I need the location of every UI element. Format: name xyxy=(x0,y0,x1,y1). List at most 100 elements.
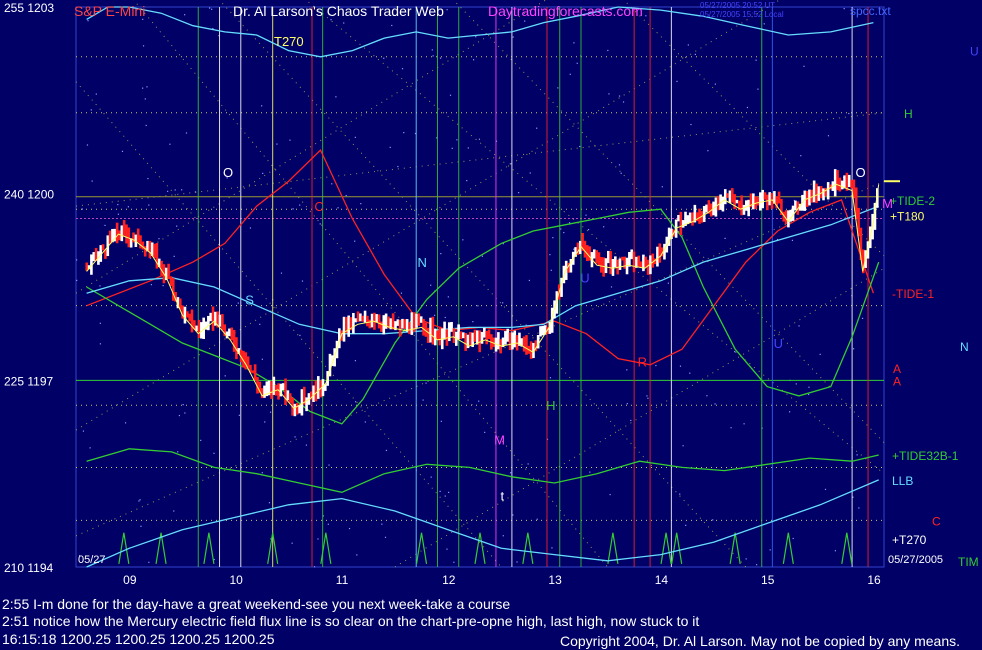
y-tick-label: 210 1194 xyxy=(4,561,53,575)
price-bar xyxy=(312,385,315,402)
star-dot xyxy=(89,447,91,449)
star-dot xyxy=(446,9,448,11)
star-dot xyxy=(249,227,252,229)
star-dot xyxy=(446,548,448,550)
header-site[interactable]: Daytradingforecasts.com xyxy=(488,3,643,19)
price-bar xyxy=(207,315,210,331)
star-dot xyxy=(587,228,590,231)
status-line-3: 16:15:18 1200.25 1200.25 1200.25 1200.25 xyxy=(2,631,275,647)
star-dot xyxy=(439,57,442,59)
price-bar xyxy=(211,306,215,331)
price-bar xyxy=(136,228,140,243)
star-dot xyxy=(848,112,850,115)
star-dot xyxy=(291,542,293,544)
status-line-1: 2:55 I-m done for the day-have a great w… xyxy=(2,596,511,612)
price-bar xyxy=(429,317,432,343)
price-bar xyxy=(607,250,610,264)
star-dot xyxy=(400,292,403,294)
price-bar xyxy=(438,326,442,346)
star-dot xyxy=(289,139,291,141)
price-bar xyxy=(691,212,694,226)
price-bar xyxy=(592,249,596,259)
star-dot xyxy=(317,538,319,540)
price-bar xyxy=(768,192,772,206)
price-bar xyxy=(833,169,837,197)
star-dot xyxy=(707,150,709,152)
star-dot xyxy=(184,412,186,414)
star-dot xyxy=(549,254,551,256)
price-bar xyxy=(368,319,372,329)
star-dot xyxy=(208,7,211,9)
price-bar xyxy=(431,316,435,345)
price-bar xyxy=(422,318,425,336)
star-dot xyxy=(261,472,263,474)
star-dot xyxy=(162,284,164,287)
price-bar xyxy=(646,259,650,275)
price-bar xyxy=(644,256,648,268)
price-bar xyxy=(218,314,222,327)
star-dot xyxy=(795,383,797,385)
star-dot xyxy=(467,147,469,149)
star-dot xyxy=(99,285,101,287)
status-line-2: 2:51 notice how the Mercury electric fie… xyxy=(2,613,700,629)
price-bar xyxy=(398,319,402,337)
right-edge-label: +TIDE32B-1 xyxy=(892,449,959,463)
price-bar xyxy=(101,244,105,251)
price-bar xyxy=(183,306,187,324)
star-dot xyxy=(439,490,441,492)
star-dot xyxy=(138,500,140,502)
price-bar xyxy=(826,182,830,200)
price-bar xyxy=(840,180,844,190)
star-dot xyxy=(264,421,266,423)
price-bar xyxy=(288,393,292,403)
star-dot xyxy=(345,194,347,197)
price-bar xyxy=(270,381,273,399)
star-dot xyxy=(620,172,622,174)
star-dot xyxy=(182,404,184,406)
price-bar xyxy=(759,192,762,211)
star-dot xyxy=(146,86,148,88)
star-dot xyxy=(430,284,432,286)
star-dot xyxy=(327,523,329,525)
star-dot xyxy=(147,177,149,180)
chart-annotation: O xyxy=(223,165,233,180)
price-bar xyxy=(403,319,407,330)
star-dot xyxy=(95,93,97,95)
price-bar xyxy=(522,336,526,352)
star-dot xyxy=(142,45,145,47)
price-bar xyxy=(347,315,350,337)
price-bar xyxy=(272,376,276,395)
star-dot xyxy=(618,95,621,97)
star-dot xyxy=(792,537,794,540)
star-dot xyxy=(276,143,278,145)
star-dot xyxy=(712,519,714,521)
price-bar xyxy=(539,326,542,337)
star-dot xyxy=(579,145,581,148)
right-edge-label: TIM xyxy=(958,555,979,569)
price-bar xyxy=(822,188,825,201)
price-bar xyxy=(410,312,414,335)
star-dot xyxy=(603,226,605,228)
star-dot xyxy=(475,36,477,38)
chart-background xyxy=(0,0,982,650)
x-tick-label: 09 xyxy=(123,573,137,587)
price-bar xyxy=(658,243,662,263)
star-dot xyxy=(687,44,689,46)
price-bar xyxy=(232,329,236,352)
price-bar xyxy=(766,194,769,211)
star-dot xyxy=(142,87,144,89)
price-bar xyxy=(730,188,734,203)
price-bar xyxy=(464,332,467,351)
price-bar xyxy=(408,322,411,335)
star-dot xyxy=(834,550,837,552)
star-dot xyxy=(117,204,119,206)
right-edge-label: +T180 xyxy=(890,209,925,223)
star-dot xyxy=(90,109,92,111)
price-bar xyxy=(469,331,472,346)
star-dot xyxy=(694,53,696,56)
right-edge-label: U xyxy=(970,45,979,59)
star-dot xyxy=(756,564,758,566)
star-dot xyxy=(364,421,366,423)
price-bar xyxy=(763,192,767,200)
right-edge-label: LLB xyxy=(892,474,913,488)
